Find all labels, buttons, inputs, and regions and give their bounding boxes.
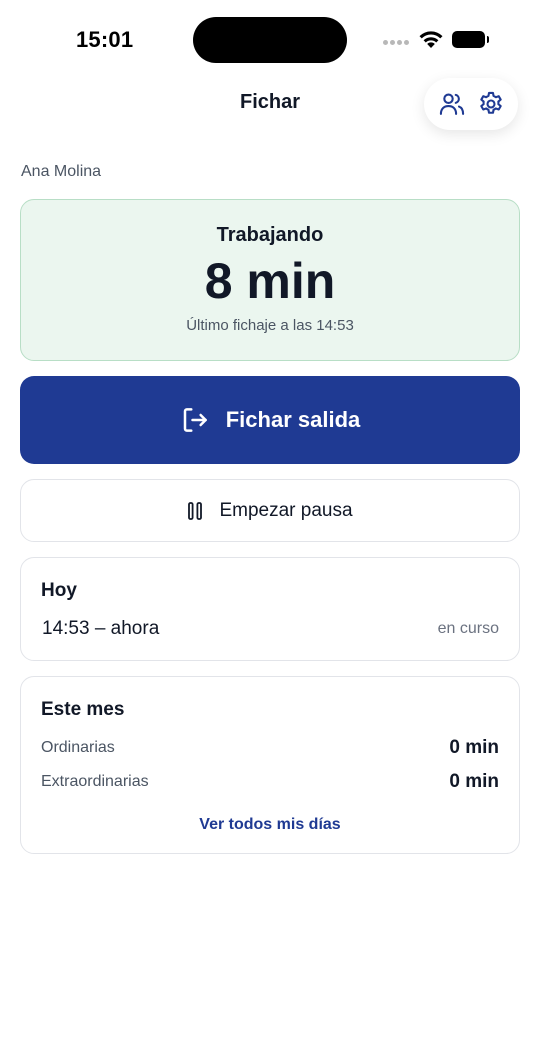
summary-row-value: 0 min [449, 737, 499, 758]
header-actions [424, 78, 518, 130]
status-label: Trabajando [216, 224, 324, 246]
clock-out-button[interactable]: Fichar salida [20, 376, 520, 464]
month-title: Este mes [41, 699, 125, 720]
today-status: en curso [437, 620, 499, 637]
start-break-label: Empezar pausa [219, 499, 353, 521]
cellular-signal-icon [383, 40, 409, 45]
today-title: Hoy [41, 580, 77, 601]
today-card: Hoy 14:53 – ahora en curso [20, 557, 520, 661]
summary-row-ordinary: Ordinarias 0 min [41, 737, 499, 759]
view-all-days-link[interactable]: Ver todos mis días [21, 816, 519, 834]
last-punch-text: Último fichaje a las 14:53 [186, 317, 354, 334]
gear-icon[interactable] [476, 89, 506, 119]
battery-icon [452, 31, 489, 48]
summary-row-label: Ordinarias [41, 739, 115, 756]
sign-out-icon [183, 408, 207, 432]
summary-row-value: 0 min [449, 771, 499, 792]
dynamic-island [193, 17, 347, 63]
wifi-icon [419, 31, 443, 48]
clock-out-label: Fichar salida [225, 407, 361, 432]
status-duration: 8 min [204, 253, 336, 309]
month-summary-card: Este mes Ordinarias 0 min Extraordinaria… [20, 676, 520, 854]
status-time: 15:01 [76, 27, 134, 52]
summary-row-extra: Extraordinarias 0 min [41, 771, 499, 793]
users-icon[interactable] [437, 89, 467, 119]
start-break-button[interactable]: Empezar pausa [20, 479, 520, 542]
summary-row-label: Extraordinarias [41, 773, 149, 790]
user-name: Ana Molina [21, 163, 102, 180]
status-bar: 15:01 [0, 0, 540, 80]
today-time-range: 14:53 – ahora [42, 618, 160, 639]
work-status-card: Trabajando 8 min Último fichaje a las 14… [20, 199, 520, 361]
pause-icon [188, 501, 203, 520]
